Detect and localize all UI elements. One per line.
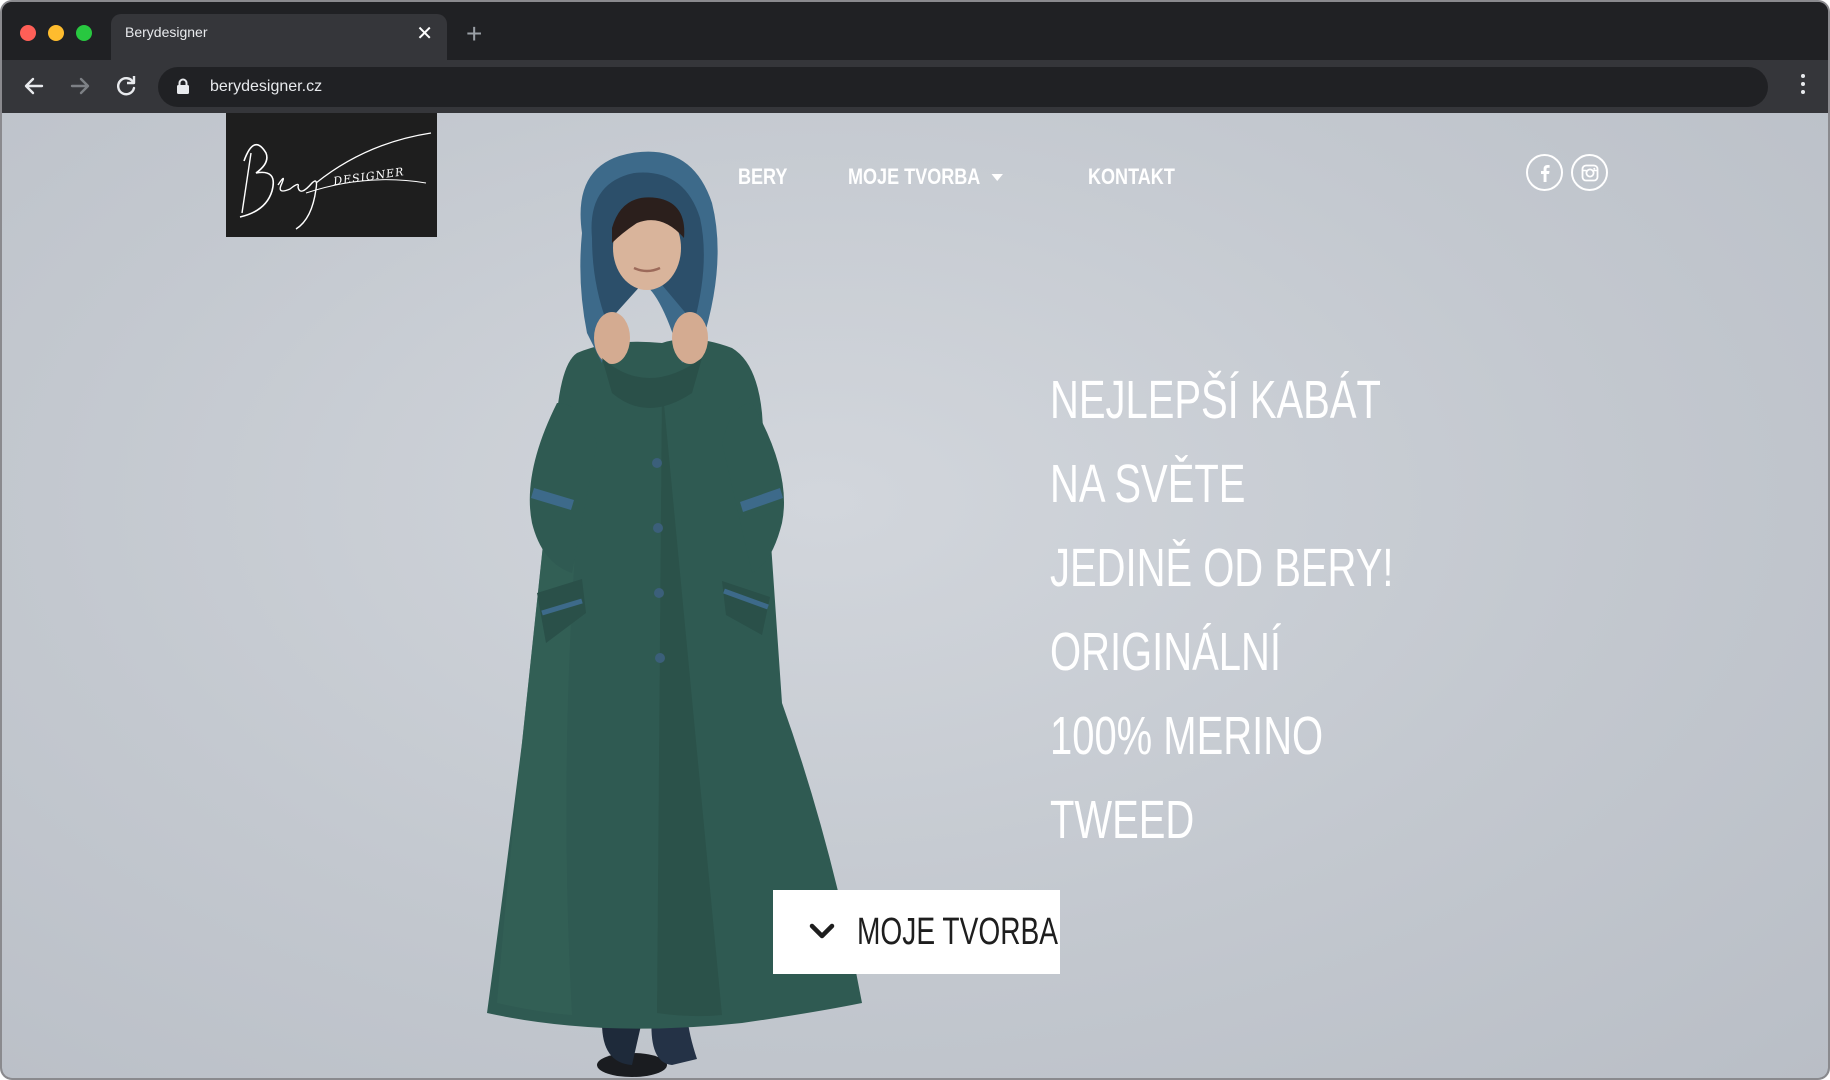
close-window-button[interactable] xyxy=(20,25,36,41)
more-menu-icon[interactable] xyxy=(1800,74,1806,98)
moje-tvorba-button[interactable]: MOJE TVORBA xyxy=(773,890,1060,974)
headline-line-5: 100% MERINO xyxy=(1050,706,1324,766)
lock-icon xyxy=(177,78,189,94)
dropdown-caret-icon xyxy=(992,173,1004,181)
nav-link-moje-tvorba-label: MOJE TVORBA xyxy=(848,164,981,189)
browser-window: Berydesigner ✕ + berydesigner.cz DESIGNE… xyxy=(0,0,1830,1080)
chevron-down-icon xyxy=(809,923,835,939)
tab-berydesigner[interactable]: Berydesigner ✕ xyxy=(111,14,447,60)
bery-designer-logo[interactable]: DESIGNER xyxy=(226,113,437,237)
nav-link-bery-label: BERY xyxy=(738,164,788,189)
svg-text:DESIGNER: DESIGNER xyxy=(332,165,406,188)
nav-link-moje-tvorba[interactable]: MOJE TVORBA xyxy=(848,164,1004,190)
reload-icon[interactable] xyxy=(112,72,140,100)
main-navigation: BERY MOJE TVORBA KONTAKT xyxy=(738,157,1244,197)
maximize-window-button[interactable] xyxy=(76,25,92,41)
browser-toolbar: berydesigner.cz xyxy=(2,60,1828,113)
moje-tvorba-button-label: MOJE TVORBA xyxy=(857,911,1059,953)
tab-close-icon[interactable]: ✕ xyxy=(416,24,433,44)
back-arrow-icon[interactable] xyxy=(20,72,48,100)
instagram-icon[interactable] xyxy=(1571,154,1608,191)
headline-line-4: ORIGINÁLNÍ xyxy=(1050,622,1281,682)
headline-line-3: JEDINĚ OD BERY! xyxy=(1050,538,1394,598)
address-bar[interactable]: berydesigner.cz xyxy=(158,67,1768,107)
nav-link-kontakt-label: KONTAKT xyxy=(1087,164,1175,189)
headline-line-1: NEJLEPŠÍ KABÁT xyxy=(1050,370,1381,430)
nav-link-kontakt[interactable]: KONTAKT xyxy=(1088,164,1175,190)
tab-strip: Berydesigner ✕ + xyxy=(2,2,1828,60)
hero-headline: NEJLEPŠÍ KABÁT NA SVĚTE JEDINĚ OD BERY! … xyxy=(1050,358,1514,862)
forward-arrow-icon[interactable] xyxy=(66,72,94,100)
nav-link-bery[interactable]: BERY xyxy=(738,164,787,190)
headline-line-2: NA SVĚTE xyxy=(1050,454,1246,514)
new-tab-button[interactable]: + xyxy=(466,20,482,48)
page-viewport: DESIGNER BERY MOJE TVORBA KONTAKT NEJLEP… xyxy=(2,113,1828,1078)
url-text[interactable]: berydesigner.cz xyxy=(210,78,322,96)
headline-line-6: TWEED xyxy=(1050,790,1195,850)
minimize-window-button[interactable] xyxy=(48,25,64,41)
facebook-icon[interactable] xyxy=(1526,154,1563,191)
tab-title: Berydesigner xyxy=(125,24,208,40)
